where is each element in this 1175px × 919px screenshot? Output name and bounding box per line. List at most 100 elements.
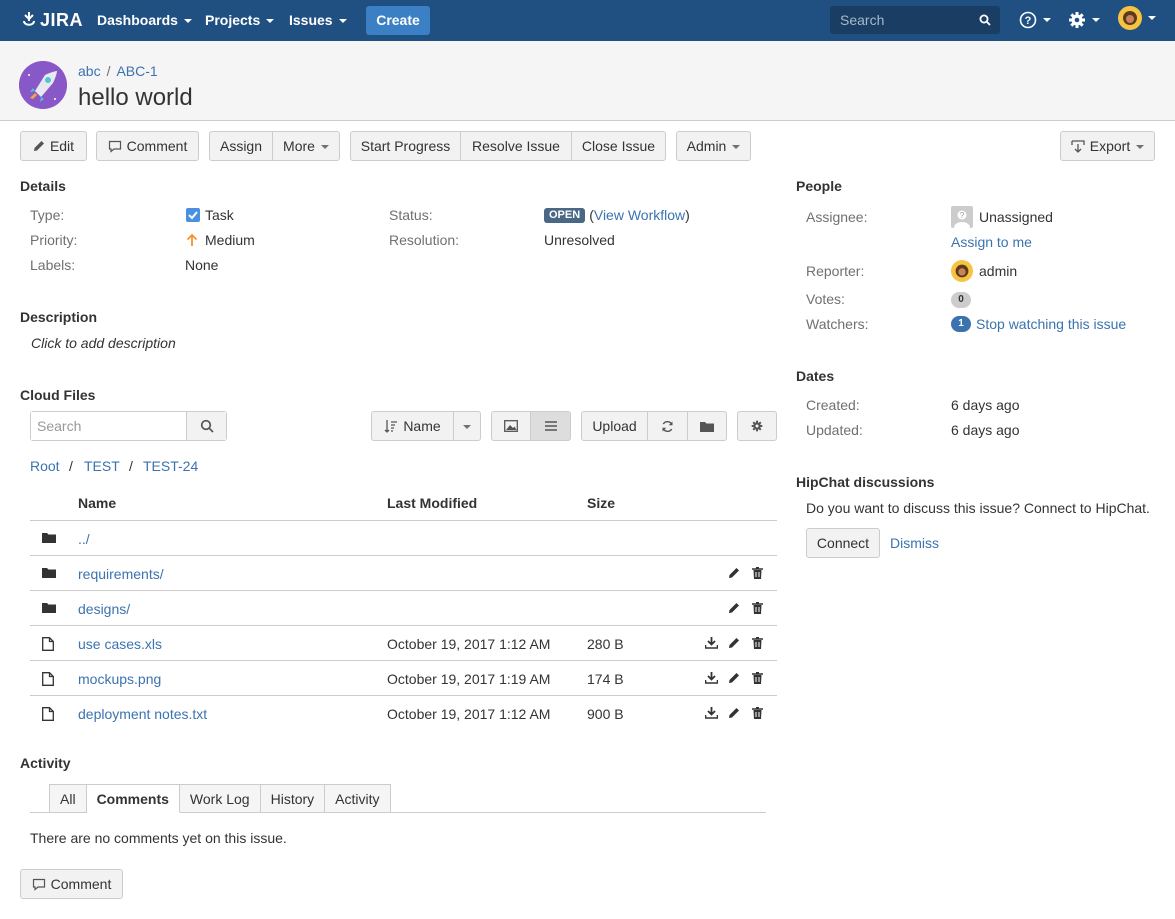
labels-label: Labels: <box>30 257 76 273</box>
edit-button[interactable]: Edit <box>20 131 87 161</box>
svg-text:?: ? <box>1025 15 1032 27</box>
pencil-icon[interactable] <box>728 637 740 649</box>
file-icon <box>42 637 54 651</box>
trash-icon[interactable] <box>752 602 763 614</box>
sort-by-button[interactable]: Name <box>371 411 454 441</box>
tab-activity[interactable]: Activity <box>325 784 391 813</box>
file-name-link[interactable]: mockups.png <box>78 671 161 687</box>
user-avatar-icon <box>951 260 973 282</box>
stop-watching-link[interactable]: Stop watching this issue <box>976 316 1126 332</box>
file-name-link[interactable]: ../ <box>78 531 90 547</box>
cloud-files-search-button[interactable] <box>187 412 226 440</box>
assignee-value[interactable]: ? Unassigned <box>951 206 1053 228</box>
export-button[interactable]: Export <box>1060 131 1155 161</box>
column-header-name[interactable]: Name <box>78 495 116 511</box>
help-menu[interactable]: ? <box>1019 10 1051 30</box>
table-row[interactable]: deployment notes.txt October 19, 2017 1:… <box>30 696 777 731</box>
type-value-text: Task <box>205 207 234 223</box>
nav-issues[interactable]: Issues <box>289 0 347 41</box>
close-issue-button[interactable]: Close Issue <box>571 131 666 161</box>
breadcrumb-issue-key[interactable]: ABC-1 <box>116 63 157 79</box>
trash-icon[interactable] <box>752 567 763 579</box>
download-icon[interactable] <box>705 637 718 649</box>
file-name-link[interactable]: designs/ <box>78 601 130 617</box>
pencil-icon[interactable] <box>728 602 740 614</box>
jira-logo[interactable]: JIRA <box>21 9 83 31</box>
comment-button[interactable]: Comment <box>96 131 199 161</box>
view-workflow-link[interactable]: View Workflow <box>594 207 685 223</box>
download-icon[interactable] <box>705 672 718 684</box>
file-modified: October 19, 2017 1:19 AM <box>387 671 551 687</box>
pencil-icon[interactable] <box>728 707 740 719</box>
cloud-breadcrumb-test-24[interactable]: TEST-24 <box>143 458 198 474</box>
cloud-settings-button[interactable] <box>737 411 777 441</box>
tab-work-log[interactable]: Work Log <box>179 784 261 813</box>
status-value: OPEN(View Workflow) <box>544 207 690 223</box>
table-row[interactable]: use cases.xls October 19, 2017 1:12 AM 2… <box>30 626 777 661</box>
file-name-link[interactable]: deployment notes.txt <box>78 706 207 722</box>
issue-title[interactable]: hello world <box>78 84 193 112</box>
admin-button[interactable]: Admin <box>676 131 751 161</box>
description-placeholder[interactable]: Click to add description <box>31 335 176 351</box>
tab-history[interactable]: History <box>260 784 326 813</box>
created-value: 6 days ago <box>951 397 1020 413</box>
more-button[interactable]: More <box>272 131 340 161</box>
project-avatar[interactable] <box>19 61 67 109</box>
votes-value[interactable]: 0 <box>951 292 971 308</box>
start-progress-button[interactable]: Start Progress <box>350 131 461 161</box>
refresh-icon <box>662 420 673 432</box>
settings-menu[interactable] <box>1068 10 1100 30</box>
cloud-breadcrumb-root[interactable]: Root <box>30 458 60 474</box>
file-name-link[interactable]: use cases.xls <box>78 636 162 652</box>
column-header-size[interactable]: Size <box>587 495 615 511</box>
upload-button[interactable]: Upload <box>581 411 648 441</box>
search-icon[interactable] <box>979 14 991 26</box>
tab-all[interactable]: All <box>49 784 87 813</box>
sort-dropdown-button[interactable] <box>453 411 481 441</box>
tab-comments[interactable]: Comments <box>86 784 180 813</box>
unassigned-avatar-icon: ? <box>951 206 973 228</box>
refresh-button[interactable] <box>647 411 688 441</box>
pencil-icon[interactable] <box>728 567 740 579</box>
file-name-link[interactable]: requirements/ <box>78 566 164 582</box>
watchers-count-badge[interactable]: 1 <box>951 316 971 332</box>
nav-projects[interactable]: Projects <box>205 0 275 41</box>
more-button-label: More <box>283 138 315 154</box>
updated-label: Updated: <box>806 422 863 438</box>
new-folder-button[interactable] <box>687 411 727 441</box>
status-label: Status: <box>389 207 433 223</box>
create-button[interactable]: Create <box>366 6 430 35</box>
cloud-files-search-input[interactable] <box>31 412 187 440</box>
table-row[interactable]: designs/ <box>30 591 777 626</box>
table-row[interactable]: requirements/ <box>30 556 777 591</box>
breadcrumb-project[interactable]: abc <box>78 63 101 79</box>
cloud-breadcrumb-test[interactable]: TEST <box>84 458 120 474</box>
reporter-name: admin <box>979 263 1018 279</box>
thumbnail-view-button[interactable] <box>491 411 531 441</box>
assign-to-me-link[interactable]: Assign to me <box>951 234 1032 250</box>
file-modified: October 19, 2017 1:12 AM <box>387 636 551 652</box>
add-comment-button[interactable]: Comment <box>20 869 123 899</box>
trash-icon[interactable] <box>752 672 763 684</box>
column-header-modified[interactable]: Last Modified <box>387 495 477 511</box>
chevron-down-icon <box>1148 16 1156 20</box>
assign-button[interactable]: Assign <box>209 131 273 161</box>
type-label: Type: <box>30 207 65 223</box>
hipchat-connect-button[interactable]: Connect <box>806 528 880 558</box>
trash-icon[interactable] <box>752 707 763 719</box>
global-search-input[interactable] <box>830 6 970 34</box>
pencil-icon[interactable] <box>728 672 740 684</box>
hipchat-dismiss-link[interactable]: Dismiss <box>890 535 939 551</box>
activity-heading: Activity <box>20 755 71 771</box>
reporter-value[interactable]: admin <box>951 260 1017 282</box>
user-menu[interactable] <box>1118 6 1156 30</box>
table-row[interactable]: ../ <box>30 521 777 556</box>
trash-icon[interactable] <box>752 637 763 649</box>
download-icon[interactable] <box>705 707 718 719</box>
nav-dashboards[interactable]: Dashboards <box>97 0 192 41</box>
labels-value[interactable]: None <box>185 257 218 273</box>
list-view-button[interactable] <box>530 411 571 441</box>
table-row[interactable]: mockups.png October 19, 2017 1:19 AM 174… <box>30 661 777 696</box>
description-heading: Description <box>20 309 98 325</box>
resolve-issue-button[interactable]: Resolve Issue <box>460 131 572 161</box>
